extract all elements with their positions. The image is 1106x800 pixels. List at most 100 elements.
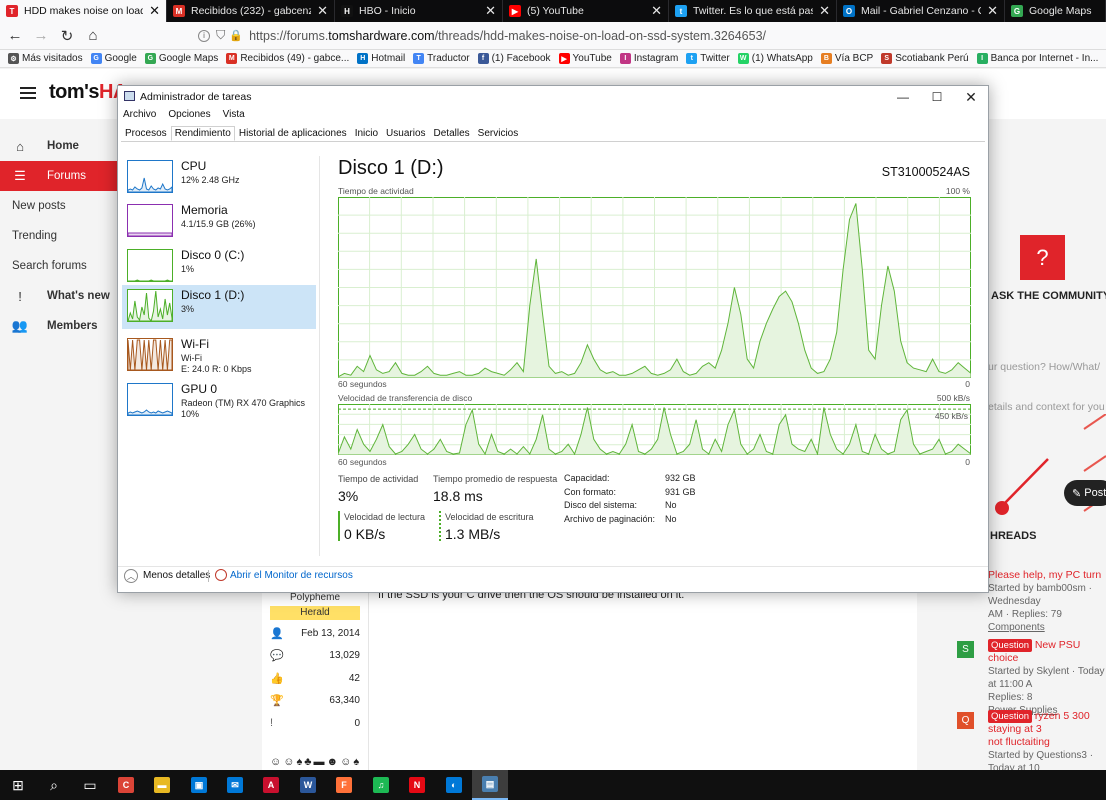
menu-item[interactable]: Opciones — [168, 109, 210, 120]
taskbar-word-button[interactable]: W — [290, 770, 326, 800]
browser-tab[interactable]: G Google Maps — [1005, 0, 1106, 22]
reload-icon[interactable]: ↻ — [56, 25, 78, 47]
lock-icon[interactable]: 🔒 — [229, 29, 243, 42]
sidebar-item[interactable]: Trending — [0, 221, 118, 251]
resource-item[interactable]: GPU 0 Radeon (TM) RX 470 Graphics 10% — [122, 379, 316, 423]
resource-monitor-icon[interactable] — [215, 569, 227, 581]
minimize-button[interactable]: — — [886, 86, 920, 108]
resource-item[interactable]: CPU 12% 2.48 GHz — [122, 156, 316, 200]
tab-item[interactable]: Servicios — [474, 126, 523, 141]
home-icon[interactable]: ⌂ — [82, 25, 104, 47]
poster-name[interactable]: Polypheme — [262, 592, 368, 603]
back-icon[interactable]: ← — [4, 25, 26, 47]
sidebar-item[interactable]: ☰ Forums — [0, 161, 118, 191]
sidebar-item[interactable]: 👥 Members — [0, 311, 118, 341]
tab-item[interactable]: Rendimiento — [170, 126, 235, 141]
bookmark-item[interactable]: I Banca por Internet - In... — [976, 53, 1098, 64]
chevron-up-icon[interactable]: ︿ — [124, 569, 138, 583]
taskbar-chrome-button[interactable]: C — [108, 770, 144, 800]
taskbar-task-manager-button[interactable]: ▤ — [472, 770, 508, 800]
menu-item[interactable]: Archivo — [123, 109, 156, 120]
bookmark-item[interactable]: G Google — [90, 53, 137, 64]
sparkline — [128, 232, 172, 236]
tab-close-icon[interactable]: ✕ — [317, 3, 328, 19]
site-logo[interactable]: tom'sHA — [49, 81, 127, 104]
browser-tab[interactable]: t Twitter. Es lo que está pasando. ✕ — [669, 0, 837, 22]
taskbar-firefox-button[interactable]: F — [326, 770, 362, 800]
tab-item[interactable]: Procesos — [121, 126, 171, 141]
sidebar-item[interactable]: New posts — [0, 191, 118, 221]
ask-question-input[interactable]: ur question? How/What/ — [988, 361, 1106, 373]
transfer-graph-max: 500 kB/s — [936, 393, 970, 403]
resource-item[interactable]: Disco 1 (D:) 3% — [122, 285, 316, 329]
resource-item[interactable]: Disco 0 (C:) 1% — [122, 245, 316, 289]
taskbar-acrobat-button[interactable]: A — [253, 770, 289, 800]
bookmark-item[interactable]: I Instagram — [619, 53, 678, 64]
menu-icon[interactable] — [20, 87, 36, 99]
bookmark-item[interactable]: M Recibidos (49) - gabce... — [226, 53, 349, 64]
tab-close-icon[interactable]: ✕ — [819, 3, 830, 19]
browser-tab[interactable]: M Recibidos (232) - gabcenz91@ ✕ — [167, 0, 335, 22]
url-bar[interactable]: i ⛉ 🔒 https://forums. tomshardware.com/th… — [194, 25, 894, 47]
taskbar-spotify-button[interactable]: ♫ — [363, 770, 399, 800]
close-button[interactable]: ✕ — [954, 86, 988, 108]
info-icon[interactable]: i — [198, 29, 210, 42]
tab-close-icon[interactable]: ✕ — [485, 3, 496, 19]
maximize-button[interactable]: ☐ — [920, 86, 954, 108]
poster-trophies: ☺☺♠♣▬☻☺♠♣▬ — [270, 756, 360, 768]
thread-title-cont[interactable]: not fluctaiting — [988, 736, 1106, 749]
browser-tab[interactable]: T HDD makes noise on load on S ✕ — [0, 0, 167, 22]
bookmark-item[interactable]: ▶ YouTube — [558, 53, 612, 64]
transfer-graph — [338, 404, 971, 455]
tab-close-icon[interactable]: ✕ — [651, 3, 662, 19]
browser-tab[interactable]: O Mail - Gabriel Cenzano - Outlo ✕ — [837, 0, 1005, 22]
file-explorer-icon: ▬ — [154, 777, 170, 793]
menu-item[interactable]: Vista — [223, 109, 245, 120]
bookmark-item[interactable]: W (1) WhatsApp — [737, 53, 813, 64]
ask-details-input[interactable]: etails and context for you — [988, 401, 1106, 413]
poster-stat: 💬 13,029 — [270, 648, 360, 664]
taskbar-file-explorer-button[interactable]: ▬ — [144, 770, 180, 800]
thread-title[interactable]: Please help, my PC turn — [988, 569, 1101, 581]
forward-icon[interactable]: → — [30, 25, 52, 47]
taskbar-mail-button[interactable]: ✉ — [217, 770, 253, 800]
post-button[interactable]: ✎ Post — [1064, 480, 1106, 506]
tab-favicon-icon: t — [675, 5, 687, 17]
browser-tab[interactable]: H HBO - Inicio ✕ — [335, 0, 503, 22]
title-bar[interactable]: Administrador de tareas — ☐ ✕ — [118, 86, 988, 108]
fewer-details-link[interactable]: Menos detalles — [143, 570, 210, 581]
sparkline-path — [128, 177, 172, 192]
browser-tab[interactable]: ▶ (5) YouTube ✕ — [503, 0, 669, 22]
tab-item[interactable]: Usuarios — [382, 126, 429, 141]
word-icon: W — [300, 777, 316, 793]
thread-category[interactable]: Components — [988, 621, 1106, 634]
sidebar-item[interactable]: Search forums — [0, 251, 118, 281]
resource-item[interactable]: Wi-Fi Wi-Fi E: 24.0 R: 0 Kbps — [122, 334, 316, 378]
bookmark-item[interactable]: t Twitter — [686, 53, 730, 64]
poster-stat: 🏆 63,340 — [270, 693, 360, 709]
bookmark-item[interactable]: T Traductor — [413, 53, 470, 64]
bookmark-item[interactable]: f (1) Facebook — [477, 53, 551, 64]
tab-item[interactable]: Inicio — [351, 126, 382, 141]
bookmark-item[interactable]: H Hotmail — [357, 53, 405, 64]
bookmark-item[interactable]: G Google Maps — [144, 53, 218, 64]
taskbar-store-button[interactable]: ▣ — [181, 770, 217, 800]
resource-monitor-link[interactable]: Abrir el Monitor de recursos — [230, 570, 353, 581]
taskbar-search-button[interactable]: ⌕ — [36, 770, 72, 800]
bookmark-item[interactable]: S Scotiabank Perú — [881, 53, 969, 64]
shield-icon[interactable]: ⛉ — [216, 28, 225, 43]
resource-item[interactable]: Memoria 4.1/15.9 GB (26%) — [122, 200, 316, 244]
tab-close-icon[interactable]: ✕ — [987, 3, 998, 19]
taskbar-start-button[interactable]: ⊞ — [0, 770, 36, 800]
taskbar-app-button[interactable]: ◐ — [436, 770, 472, 800]
bookmark-item[interactable]: B Vía BCP — [820, 53, 873, 64]
tab-item[interactable]: Detalles — [430, 126, 474, 141]
bookmark-item[interactable]: ⚙ Más visitados — [8, 53, 83, 64]
tab-item[interactable]: Historial de aplicaciones — [235, 126, 351, 141]
tab-close-icon[interactable]: ✕ — [149, 3, 160, 19]
sidebar-item[interactable]: ⌂ Home — [0, 131, 118, 161]
sidebar-item[interactable]: ! What's new — [0, 281, 118, 311]
ask-community-icon[interactable]: ? — [1020, 235, 1065, 280]
taskbar-task-view-button[interactable]: ▭ — [72, 770, 108, 800]
taskbar-netflix-button[interactable]: N — [399, 770, 435, 800]
